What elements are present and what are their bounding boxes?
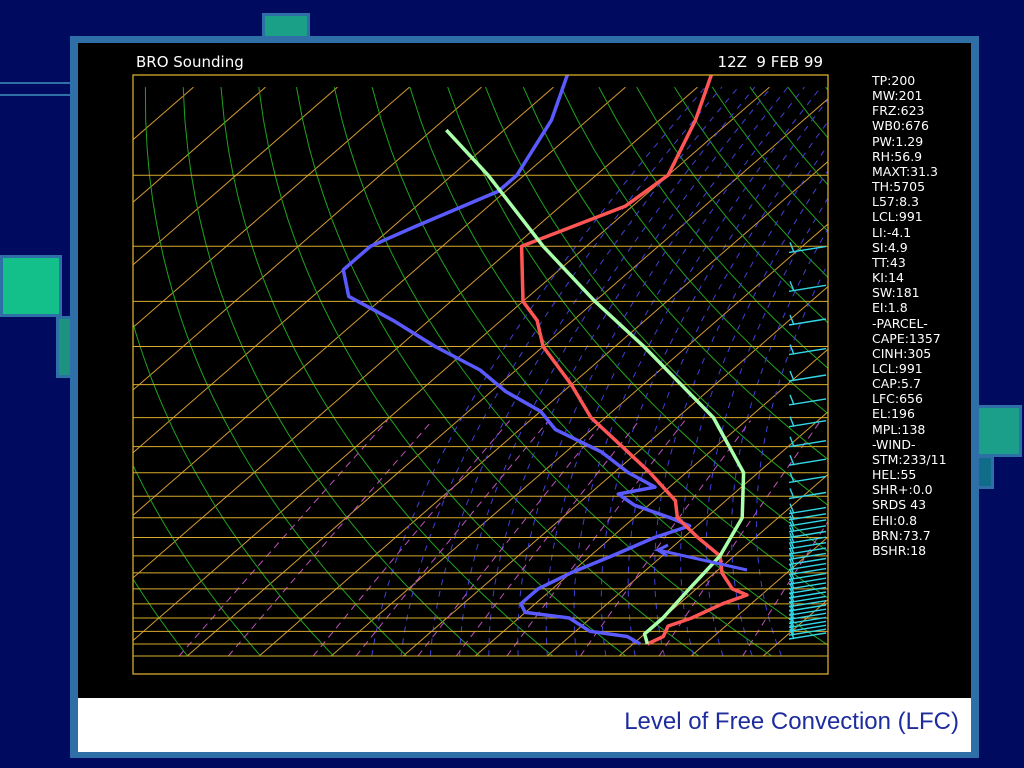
wind-barb bbox=[788, 454, 827, 466]
index-item: BSHR:18 bbox=[872, 542, 927, 558]
wind-barb bbox=[788, 503, 827, 515]
index-item: WB0:676 bbox=[872, 118, 929, 134]
dry-adiabat-line bbox=[220, 87, 554, 657]
index-item: SW:181 bbox=[872, 285, 920, 301]
index-item: LI:-4.1 bbox=[872, 224, 912, 240]
index-item: L57:8.3 bbox=[872, 194, 919, 210]
mixing-ratio-line bbox=[227, 420, 433, 657]
moist-adiabat-line bbox=[517, 86, 789, 657]
skew-t-diagram: BRO Sounding 12Z 9 FEB 99 bbox=[78, 53, 829, 675]
isotherm-line bbox=[186, 98, 828, 657]
isotherm-line bbox=[78, 87, 122, 656]
index-item: -PARCEL- bbox=[872, 315, 928, 331]
parcel-path-line bbox=[445, 128, 746, 645]
mixing-ratio-line bbox=[312, 420, 511, 657]
index-item: SRDS 43 bbox=[872, 497, 927, 513]
moist-adiabat-line bbox=[654, 144, 828, 657]
dry-adiabat-line bbox=[182, 87, 481, 657]
index-item: MPL:138 bbox=[872, 421, 926, 437]
isotherm-line bbox=[133, 86, 698, 579]
moist-adiabat-line bbox=[545, 86, 805, 657]
moist-adiabat-line bbox=[680, 169, 828, 657]
isotherm-line bbox=[133, 86, 194, 141]
dry-adiabat-line bbox=[133, 464, 262, 657]
deco-line bbox=[0, 82, 75, 96]
caption-bar: Level of Free Convection (LFC) bbox=[78, 698, 971, 752]
index-item: STM:233/11 bbox=[872, 451, 947, 467]
index-item: CAP:5.7 bbox=[872, 376, 921, 392]
sounding-panel: BRO Sounding 12Z 9 FEB 99 TP:200 MW:201 FR… bbox=[78, 43, 971, 698]
deco-square bbox=[0, 255, 62, 317]
lfc-arrow bbox=[653, 543, 748, 572]
index-item: PW:1.29 bbox=[872, 133, 924, 149]
index-item: EL:196 bbox=[872, 406, 915, 422]
index-item: -WIND- bbox=[872, 436, 916, 452]
index-item: KI:14 bbox=[872, 270, 905, 286]
index-item: EHI:0.8 bbox=[872, 512, 918, 528]
stability-indices: TP:200 MW:201 FRZ:623 WB0:676 PW:1.29 RH:56.9… bbox=[872, 73, 947, 558]
index-item: MAXT:31.3 bbox=[872, 163, 938, 179]
isotherm-line bbox=[133, 86, 482, 391]
index-item: CAPE:1357 bbox=[872, 330, 941, 346]
wind-barb bbox=[788, 436, 827, 448]
isotherm-line bbox=[133, 86, 266, 203]
index-item: SI:4.9 bbox=[872, 239, 908, 255]
index-item: TH:5705 bbox=[872, 179, 926, 195]
index-item: MW:201 bbox=[872, 88, 923, 104]
index-item: LCL:991 bbox=[872, 209, 923, 225]
index-item: BRN:73.7 bbox=[872, 527, 931, 543]
index-item: HEL:55 bbox=[872, 467, 917, 483]
mixing-ratio-line bbox=[178, 420, 388, 657]
index-item: FRZ:623 bbox=[872, 103, 925, 119]
wind-barb bbox=[788, 281, 827, 292]
index-item: EI:1.8 bbox=[872, 300, 908, 316]
sounding-date: 12Z 9 FEB 99 bbox=[718, 53, 823, 71]
index-item: TP:200 bbox=[872, 73, 916, 88]
mixing-ratio-line bbox=[355, 420, 549, 657]
slide-caption: Level of Free Convection (LFC) bbox=[624, 708, 959, 735]
index-item: CINH:305 bbox=[872, 345, 932, 361]
wind-barb bbox=[788, 370, 827, 382]
moist-adiabat-line bbox=[459, 86, 756, 657]
index-item: TT:43 bbox=[872, 254, 906, 270]
moist-adiabat-line bbox=[371, 86, 706, 657]
sounding-title: BRO Sounding bbox=[136, 53, 244, 71]
index-item: LCL:991 bbox=[872, 360, 923, 376]
index-item: RH:56.9 bbox=[872, 148, 923, 164]
isotherm-line bbox=[133, 86, 626, 517]
mixing-ratio-line bbox=[455, 420, 640, 657]
dry-adiabat-line bbox=[144, 87, 408, 657]
index-item: LFC:656 bbox=[872, 391, 923, 407]
isotherm-line bbox=[133, 86, 410, 329]
index-item: SHR+:0.0 bbox=[872, 482, 933, 498]
moist-adiabat-line bbox=[573, 86, 822, 657]
